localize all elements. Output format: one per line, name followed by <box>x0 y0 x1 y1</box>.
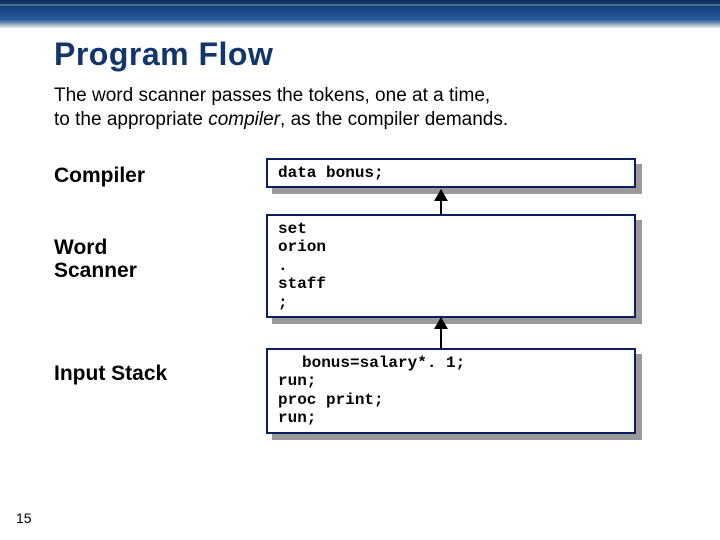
label-word: Word <box>54 236 107 259</box>
label-scanner: Scanner <box>54 259 137 282</box>
arrow-up-icon <box>440 190 442 214</box>
codebox-compiler: data bonus; <box>266 158 636 188</box>
label-word-scanner: Word Scanner <box>54 236 137 282</box>
code-input-rest: run; proc print; run; <box>278 372 384 427</box>
header-stripe <box>0 0 720 28</box>
label-input-stack: Input Stack <box>54 362 167 385</box>
body-line-2-em: compiler <box>208 109 280 130</box>
code-scanner: set orion . staff ; <box>266 214 636 318</box>
body-text: The word scanner passes the tokens, one … <box>54 84 680 132</box>
slide-title: Program Flow <box>54 36 273 73</box>
arrow-up-icon <box>440 318 442 348</box>
codebox-input-stack: bonus=salary*. 1; run; proc print; run; <box>266 348 636 434</box>
code-input: bonus=salary*. 1; run; proc print; run; <box>266 348 636 434</box>
body-line-2c: , as the compiler demands. <box>280 109 508 130</box>
code-input-indent: bonus=salary*. 1; <box>278 354 465 372</box>
page-number: 15 <box>16 510 32 526</box>
label-compiler: Compiler <box>54 164 145 187</box>
code-compiler: data bonus; <box>266 158 636 188</box>
body-line-1: The word scanner passes the tokens, one … <box>54 85 490 106</box>
body-line-2a: to the appropriate <box>54 109 208 130</box>
codebox-scanner: set orion . staff ; <box>266 214 636 318</box>
